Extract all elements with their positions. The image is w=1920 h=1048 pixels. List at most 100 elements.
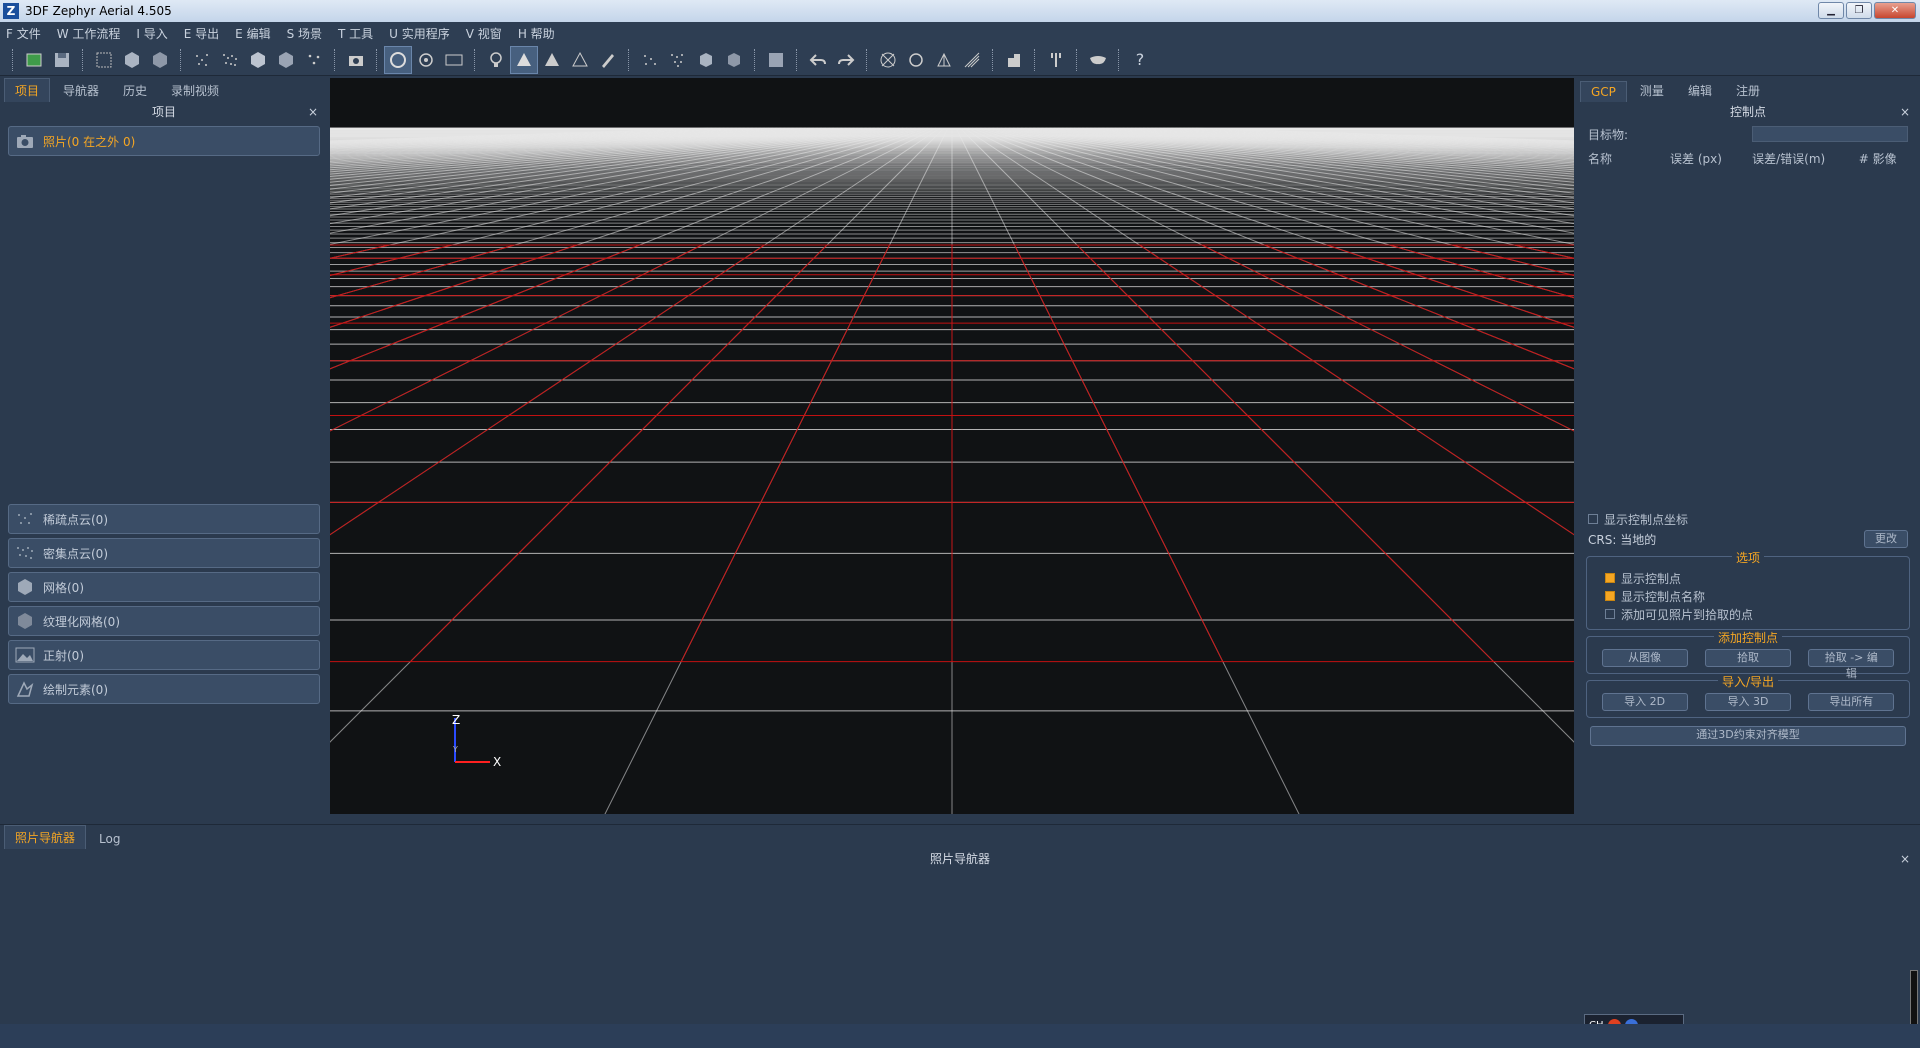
menu-utilities[interactable]: U 实用程序 — [389, 25, 450, 42]
option-show-gcp-names[interactable]: 显示控制点名称 — [1593, 587, 1903, 605]
pick-edit-button[interactable]: 拾取 -> 编辑 — [1808, 649, 1895, 680]
sparse-cloud-group[interactable]: 稀疏点云(0) — [8, 504, 320, 534]
import-export-group: 导入/导出 导入 2D 导入 3D 导出所有 — [1586, 675, 1910, 718]
new-project-icon[interactable] — [20, 46, 48, 74]
sparse-cloud-icon[interactable] — [188, 46, 216, 74]
gcp-panel-header: 控制点 × — [1576, 102, 1920, 122]
show-coords-row[interactable]: 显示控制点坐标 — [1576, 510, 1920, 528]
refresh-icon[interactable] — [902, 46, 930, 74]
orbit-icon[interactable] — [384, 45, 412, 74]
close-panel-icon[interactable]: × — [308, 102, 318, 122]
tab-edit[interactable]: 编辑 — [1677, 78, 1723, 102]
show-textured-icon[interactable] — [720, 46, 748, 74]
scroll-handle[interactable] — [1910, 970, 1918, 1030]
gizmo-icon[interactable] — [874, 46, 902, 74]
crs-change-button[interactable]: 更改 — [1864, 530, 1908, 548]
photos-icon[interactable] — [90, 46, 118, 74]
tab-photo-navigator[interactable]: 照片导航器 — [4, 825, 87, 849]
drawing-elements-label: 绘制元素(0) — [43, 682, 108, 697]
show-gcp-names-checkbox[interactable] — [1605, 591, 1615, 601]
tab-history[interactable]: 历史 — [112, 78, 158, 102]
menu-help[interactable]: H 帮助 — [518, 25, 555, 42]
wireframe-mode-icon[interactable] — [566, 46, 594, 74]
mask-icon[interactable] — [1084, 46, 1112, 74]
col-name[interactable]: 名称 — [1588, 150, 1670, 167]
show-gcp-checkbox[interactable] — [1605, 573, 1615, 583]
tab-navigator[interactable]: 导航器 — [52, 78, 110, 102]
building-icon[interactable] — [1000, 46, 1028, 74]
gcp-table-body[interactable] — [1576, 170, 1920, 510]
pick-point-icon[interactable] — [930, 46, 958, 74]
red-grid-line — [330, 244, 640, 370]
tab-register[interactable]: 注册 — [1725, 78, 1771, 102]
show-dense-icon[interactable] — [664, 46, 692, 74]
menu-tools[interactable]: T 工具 — [338, 25, 373, 42]
measure-icon[interactable] — [958, 46, 986, 74]
redo-icon[interactable] — [832, 46, 860, 74]
textured-mesh-icon[interactable] — [272, 46, 300, 74]
show-sparse-icon[interactable] — [636, 46, 664, 74]
tab-measure[interactable]: 测量 — [1629, 78, 1675, 102]
save-project-icon[interactable] — [48, 46, 76, 74]
mesh-icon[interactable] — [244, 46, 272, 74]
solid-mode-icon[interactable] — [538, 46, 566, 74]
minimize-button[interactable]: ▁ — [1818, 2, 1844, 19]
textured-mesh-group[interactable]: 纹理化网格(0) — [8, 606, 320, 636]
square-icon[interactable] — [762, 46, 790, 74]
add-visible-photos-checkbox[interactable] — [1605, 609, 1615, 619]
red-grid-line — [1264, 244, 1574, 370]
options-group: 选项 显示控制点 显示控制点名称 添加可见照片到拾取的点 — [1586, 551, 1910, 630]
dense-cloud-group[interactable]: 密集点云(0) — [8, 538, 320, 568]
grid-canvas — [330, 127, 1574, 814]
options-title: 选项 — [1731, 551, 1764, 565]
tab-log[interactable]: Log — [88, 828, 131, 849]
import-2d-button[interactable]: 导入 2D — [1601, 693, 1688, 711]
col-error-px[interactable]: 误差 (px) — [1670, 150, 1752, 167]
menu-file[interactable]: F 文件 — [6, 25, 41, 42]
help-icon[interactable]: ? — [1126, 46, 1154, 74]
target-input[interactable] — [1752, 126, 1908, 142]
close-panel-icon[interactable]: × — [1900, 849, 1910, 869]
mesh-group[interactable]: 网格(0) — [8, 572, 320, 602]
brush-icon[interactable] — [594, 46, 622, 74]
menu-export[interactable]: E 导出 — [184, 25, 219, 42]
menu-view[interactable]: V 视窗 — [466, 25, 502, 42]
menu-import[interactable]: I 导入 — [136, 25, 167, 42]
from-image-button[interactable]: 从图像 — [1601, 649, 1688, 667]
pick-button[interactable]: 拾取 — [1704, 649, 1791, 667]
dense-cloud-icon[interactable] — [216, 46, 244, 74]
align-model-button[interactable]: 通过3D约束对齐模型 — [1590, 726, 1906, 746]
tab-project[interactable]: 项目 — [4, 78, 51, 102]
option-add-visible-photos[interactable]: 添加可见照片到拾取的点 — [1593, 605, 1903, 623]
menu-workflow[interactable]: W 工作流程 — [57, 25, 121, 42]
import-3d-button[interactable]: 导入 3D — [1704, 693, 1791, 711]
option-show-gcp[interactable]: 显示控制点 — [1593, 569, 1903, 587]
wasd-icon[interactable] — [440, 46, 468, 74]
tools-icon[interactable] — [1042, 46, 1070, 74]
tab-gcp[interactable]: GCP — [1580, 81, 1627, 102]
drawing-elements-group[interactable]: 绘制元素(0) — [8, 674, 320, 704]
export-all-button[interactable]: 导出所有 — [1808, 693, 1895, 711]
menu-edit[interactable]: E 编辑 — [235, 25, 270, 42]
show-coords-checkbox[interactable] — [1588, 514, 1598, 524]
shaded-mode-icon[interactable] — [510, 45, 538, 74]
close-panel-icon[interactable]: × — [1900, 102, 1910, 122]
toolbar-separator — [334, 48, 336, 71]
close-button[interactable]: ✕ — [1874, 2, 1916, 19]
textured-cube-icon[interactable] — [146, 46, 174, 74]
restore-button[interactable]: ❐ — [1846, 2, 1872, 19]
tab-record-video[interactable]: 录制视频 — [160, 78, 230, 102]
menu-scene[interactable]: S 场景 — [287, 25, 322, 42]
col-error-m[interactable]: 误差/错误(m) — [1752, 150, 1859, 167]
points-icon[interactable] — [300, 46, 328, 74]
col-images[interactable]: # 影像 — [1859, 150, 1908, 167]
light-bulb-icon[interactable] — [482, 46, 510, 74]
mesh-cube-icon[interactable] — [118, 46, 146, 74]
3d-viewport[interactable]: Z Y X — [330, 78, 1574, 814]
camera-icon[interactable] — [342, 46, 370, 74]
show-mesh-icon[interactable] — [692, 46, 720, 74]
ortho-group[interactable]: 正射(0) — [8, 640, 320, 670]
photos-group[interactable]: 照片(0 在之外 0) — [8, 126, 320, 156]
undo-icon[interactable] — [804, 46, 832, 74]
rotate-icon[interactable] — [412, 46, 440, 74]
